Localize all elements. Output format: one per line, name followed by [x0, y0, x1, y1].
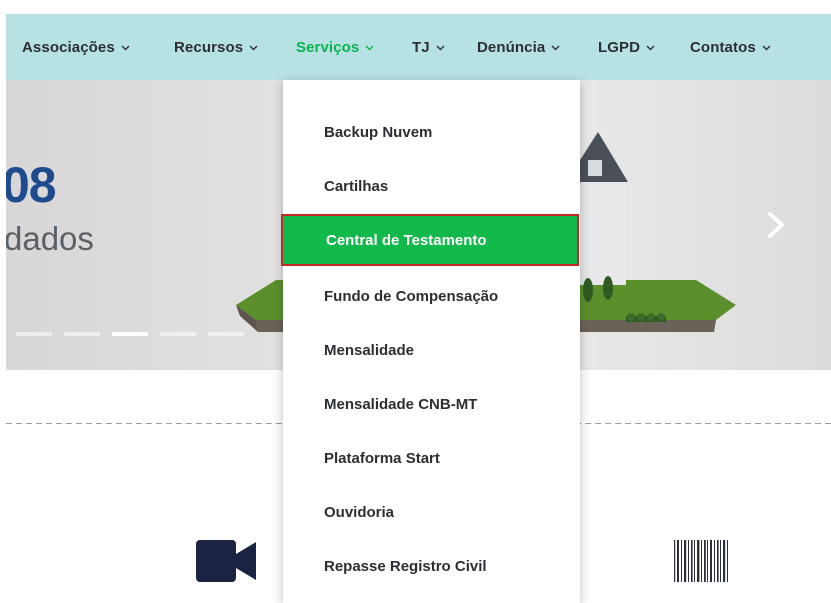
main-navbar: Associações Recursos Serviços TJ Denúnci…: [6, 14, 831, 80]
nav-item-lgpd[interactable]: LGPD: [598, 14, 655, 80]
nav-item-tj[interactable]: TJ: [412, 14, 445, 80]
menu-item-plataforma-start[interactable]: Plataforma Start: [283, 431, 580, 485]
chevron-down-icon: [551, 43, 560, 52]
menu-item-backup-nuvem[interactable]: Backup Nuvem: [283, 105, 580, 159]
top-strip: [0, 0, 831, 14]
menu-item-repasse-registro-civil[interactable]: Repasse Registro Civil: [283, 539, 580, 593]
slider-dot[interactable]: [16, 332, 52, 336]
chevron-down-icon: [365, 43, 374, 52]
menu-item-label: Ouvidoria: [324, 503, 395, 521]
slider-dot-active[interactable]: [112, 332, 148, 336]
nav-item-recursos[interactable]: Recursos: [174, 14, 258, 80]
menu-item-label: Repasse Registro Civil: [324, 557, 487, 575]
menu-item-mensalidade[interactable]: Mensalidade: [283, 323, 580, 377]
menu-item-label: Cartilhas: [324, 177, 389, 195]
slider-dot[interactable]: [160, 332, 196, 336]
nav-item-label: Contatos: [690, 38, 756, 56]
nav-item-denuncia[interactable]: Denúncia: [477, 14, 560, 80]
slider-dot[interactable]: [208, 332, 244, 336]
nav-item-label: Serviços: [296, 38, 360, 56]
slider-dot[interactable]: [64, 332, 100, 336]
servicos-dropdown-menu: Backup Nuvem Cartilhas Central de Testam…: [281, 80, 580, 603]
menu-item-label: Mensalidade: [324, 341, 415, 359]
nav-item-contatos[interactable]: Contatos: [690, 14, 771, 80]
menu-item-label: Plataforma Start: [324, 449, 440, 467]
nav-item-label: Associações: [22, 38, 115, 56]
chevron-right-icon[interactable]: [764, 210, 788, 240]
nav-item-label: LGPD: [598, 38, 641, 56]
menu-item-cartilhas[interactable]: Cartilhas: [283, 159, 580, 213]
barcode-icon[interactable]: [672, 540, 730, 582]
slider-pagination: [16, 332, 244, 336]
menu-item-mensalidade-cnb-mt[interactable]: Mensalidade CNB-MT: [283, 377, 580, 431]
menu-item-label: Mensalidade CNB-MT: [324, 395, 478, 413]
nav-item-associacoes[interactable]: Associações: [22, 14, 130, 80]
chevron-down-icon: [249, 43, 258, 52]
menu-item-ouvidoria[interactable]: Ouvidoria: [283, 485, 580, 539]
chevron-down-icon: [762, 43, 771, 52]
menu-item-label: Central de Testamento: [326, 231, 487, 249]
menu-item-central-de-testamento[interactable]: Central de Testamento: [281, 214, 579, 266]
nav-item-label: Denúncia: [477, 38, 546, 56]
nav-item-label: TJ: [412, 38, 430, 56]
chevron-down-icon: [646, 43, 655, 52]
hero-number: 08: [6, 157, 57, 213]
menu-item-label: Fundo de Compensação: [324, 287, 499, 305]
video-camera-icon[interactable]: [196, 540, 256, 582]
chevron-down-icon: [121, 43, 130, 52]
hero-subtitle: dados: [6, 220, 94, 257]
nav-item-label: Recursos: [174, 38, 244, 56]
menu-item-label: Backup Nuvem: [324, 123, 433, 141]
chevron-down-icon: [436, 43, 445, 52]
menu-item-fundo-de-compensacao[interactable]: Fundo de Compensação: [283, 269, 580, 323]
nav-item-servicos[interactable]: Serviços: [296, 14, 374, 80]
